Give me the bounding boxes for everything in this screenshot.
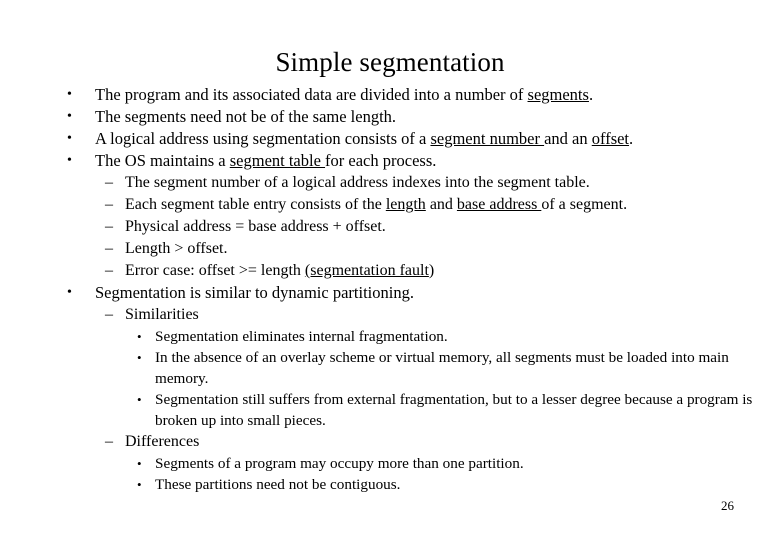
subbullet-text: Differences [125, 433, 200, 450]
bullet-text: The program and its associated data are … [95, 84, 780, 106]
dash-marker-icon: – [105, 174, 113, 191]
bullet-text-underlined-segment-table: segment table [229, 151, 326, 170]
subsubbullet-item-external-fragmentation: • Segmentation still suffers from extern… [0, 389, 780, 431]
subbullet-item-error-case: – Error case: offset >= length (segmenta… [0, 260, 780, 282]
subbullet-text-underlined-length: length [385, 196, 426, 213]
subbullet-text-post: of a segment. [541, 196, 628, 213]
bullet-text: The segments need not be of the same len… [95, 107, 397, 126]
bullet-marker-icon: • [67, 109, 72, 124]
bullet-text: The OS maintains a segment table for eac… [95, 150, 780, 172]
subsubbullet-item-occupy-more-partition: • Segments of a program may occupy more … [0, 453, 780, 474]
dash-marker-icon: – [105, 306, 113, 323]
subbullet-text: Length > offset. [125, 240, 228, 257]
subbullet-text-pre: Error case: offset >= length [125, 262, 305, 279]
bullet-list-level2-segment-table: – The segment number of a logical addres… [0, 172, 780, 282]
subbullet-item-length-greater: – Length > offset. [0, 238, 780, 260]
bullet-item-os-maintains: • The OS maintains a segment table for e… [0, 150, 780, 172]
dash-marker-icon: – [105, 218, 113, 235]
bullet-text-mid: and an [544, 129, 592, 148]
bullet-marker-icon: • [67, 153, 72, 168]
bullet-marker-icon: • [137, 350, 142, 365]
bullet-list-level1-similar: • Segmentation is similar to dynamic par… [0, 282, 780, 304]
dash-marker-icon: – [105, 196, 113, 213]
bullet-text-underlined-segment-number: segment number [430, 129, 545, 148]
subbullet-text-mid: and [425, 196, 457, 213]
bullet-marker-icon: • [137, 329, 142, 344]
subbullet-text-underlined-segmentation-fault: (segmentation fault [304, 262, 429, 279]
dash-marker-icon: – [105, 262, 113, 279]
bullet-item-logical-address: • A logical address using segmentation c… [0, 128, 780, 150]
subbullet-text-underlined-base-address: base address [456, 196, 542, 213]
subsubbullet-text: Segmentation still suffers from external… [155, 391, 753, 429]
subbullet-text: Physical address = base address + offset… [125, 218, 386, 235]
page-title: Simple segmentation [275, 47, 505, 78]
bullet-item-same-length: • The segments need not be of the same l… [0, 106, 780, 128]
subsubbullet-text: In the absence of an overlay scheme or v… [155, 349, 729, 387]
bullet-text: Segmentation is similar to dynamic parti… [95, 283, 414, 302]
dash-marker-icon: – [105, 433, 113, 450]
bullet-text-pre: A logical address using segmentation con… [95, 129, 431, 148]
bullet-list-level3-differences: • Segments of a program may occupy more … [0, 453, 780, 495]
subbullet-item-differences-heading: – Differences [0, 431, 780, 453]
bullet-marker-icon: • [67, 131, 72, 146]
bullet-item-similar-dynamic: • Segmentation is similar to dynamic par… [0, 282, 780, 304]
bullet-marker-icon: • [67, 285, 72, 300]
subbullet-text: Similarities [125, 306, 199, 323]
dash-marker-icon: – [105, 240, 113, 257]
subsubbullet-text: These partitions need not be contiguous. [155, 476, 401, 493]
subsubbullet-item-not-contiguous: • These partitions need not be contiguou… [0, 474, 780, 495]
subbullet-item-entry-consists: – Each segment table entry consists of t… [0, 194, 780, 216]
page-number: 26 [721, 498, 734, 513]
bullet-list-level3-similarities: • Segmentation eliminates internal fragm… [0, 326, 780, 431]
bullet-text-pre: The OS maintains a [95, 151, 230, 170]
subbullet-text-pre: Each segment table entry consists of the [125, 196, 386, 213]
subbullet-item-similarities-heading: – Similarities [0, 304, 780, 326]
subbullet-text-post: ) [428, 262, 435, 279]
subsubbullet-item-overlay-scheme: • In the absence of an overlay scheme or… [0, 347, 780, 389]
bullet-marker-icon: • [137, 392, 142, 407]
bullet-marker-icon: • [67, 87, 72, 102]
bullet-list-level1: • The program and its associated data ar… [0, 84, 780, 172]
bullet-list-level2-differences: – Differences [0, 431, 780, 453]
slide-body: • The program and its associated data ar… [0, 84, 780, 495]
subbullet-item-physical-address: – Physical address = base address + offs… [0, 216, 780, 238]
bullet-text-underlined-segments: segments [527, 85, 589, 104]
subbullet-text: Each segment table entry consists of the… [125, 194, 780, 216]
bullet-list-level2-similarities: – Similarities [0, 304, 780, 326]
subbullet-item-segment-number-index: – The segment number of a logical addres… [0, 172, 780, 194]
subsubbullet-item-eliminates-internal: • Segmentation eliminates internal fragm… [0, 326, 780, 347]
subsubbullet-text: Segments of a program may occupy more th… [155, 455, 524, 472]
bullet-marker-icon: • [137, 456, 142, 471]
bullet-text-pre: The program and its associated data are … [95, 85, 528, 104]
bullet-text: A logical address using segmentation con… [95, 128, 780, 150]
bullet-text-post: . [588, 85, 594, 104]
subbullet-text: Error case: offset >= length (segmentati… [125, 260, 780, 282]
bullet-text-underlined-offset: offset [591, 129, 630, 148]
subsubbullet-text: Segmentation eliminates internal fragmen… [155, 328, 448, 345]
bullet-marker-icon: • [137, 477, 142, 492]
subbullet-text: The segment number of a logical address … [125, 174, 590, 191]
slide-canvas: Simple segmentation • The program and it… [0, 0, 780, 540]
bullet-text-post: for each process. [325, 151, 437, 170]
bullet-text-post: . [629, 129, 634, 148]
bullet-item-program-divided: • The program and its associated data ar… [0, 84, 780, 106]
